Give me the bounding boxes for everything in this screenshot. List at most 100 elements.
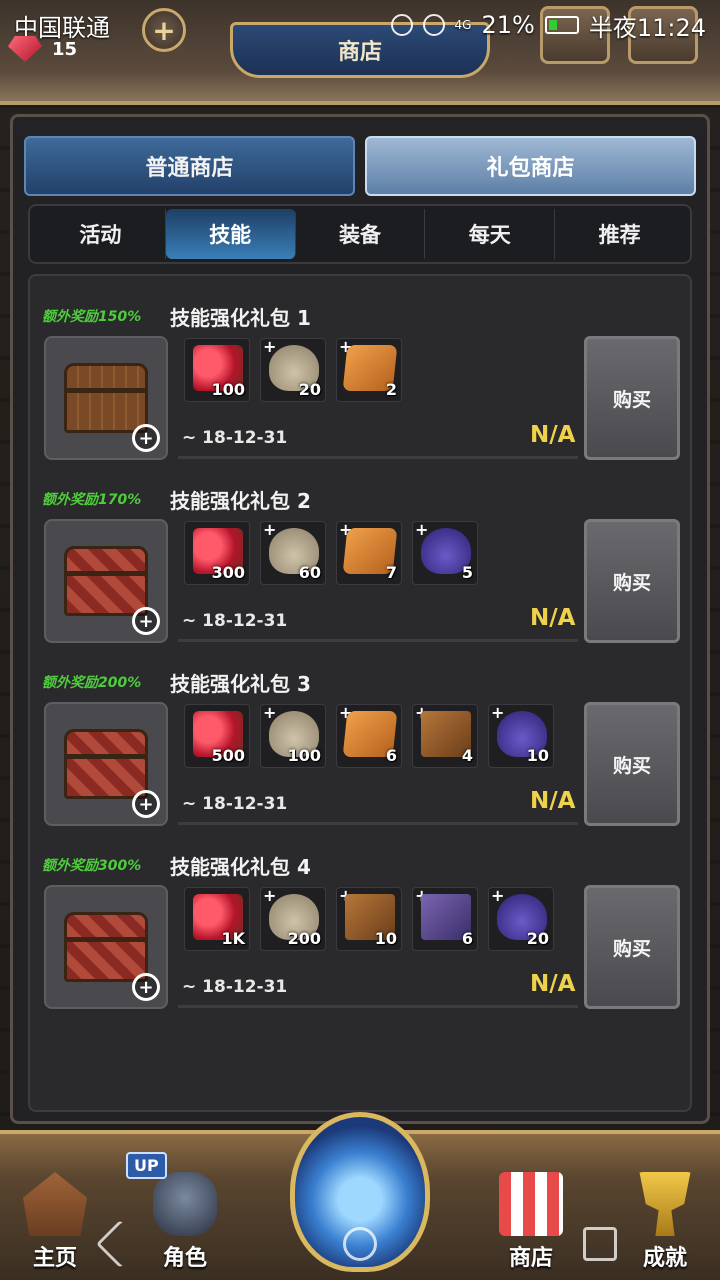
item-qty: 4: [461, 746, 473, 765]
battery-icon: [544, 16, 579, 34]
nav-home[interactable]: 主页: [10, 1172, 100, 1272]
nav-achievements-label: 成就: [642, 1246, 687, 1271]
pack-title: 技能强化礼包 2: [170, 489, 311, 513]
purple-pouch-icon[interactable]: +5: [412, 520, 478, 585]
rolled-scroll-icon[interactable]: +4: [412, 703, 478, 768]
item-qty: 200: [287, 929, 321, 948]
purple-pouch-icon[interactable]: +10: [488, 703, 554, 768]
tab-event[interactable]: 活动: [36, 209, 166, 259]
zoom-icon[interactable]: +: [132, 790, 160, 818]
pack-title: 技能强化礼包 3: [170, 672, 311, 696]
item-qty: 1K: [221, 929, 245, 948]
nav-shop-label: 商店: [508, 1246, 553, 1271]
alarm-icon: [390, 14, 413, 36]
tab-daily[interactable]: 每天: [425, 209, 556, 259]
bonus-label: 额外奖励170%: [42, 492, 142, 508]
item-qty: 500: [211, 746, 245, 765]
pack-list[interactable]: 额外奖励150% 技能强化礼包 1 + 100 +20 +2 ~ 18-12-3…: [28, 274, 692, 1112]
pack-items: 300 +60 +7 +5: [184, 520, 478, 585]
list-item: 额外奖励170% 技能强化礼包 2 + 300 +60 +7 +5 ~ 18-1…: [42, 459, 682, 643]
expiry-date: ~ 18-12-31: [182, 611, 288, 631]
item-qty: 300: [211, 563, 245, 582]
buy-button[interactable]: 购买: [584, 885, 680, 1009]
zoom-icon[interactable]: +: [132, 607, 160, 635]
chest-icon: [64, 363, 148, 433]
pack-preview[interactable]: +: [44, 336, 168, 460]
item-qty: 100: [211, 380, 245, 399]
item-qty: 20: [526, 929, 549, 948]
portal-emblem-button[interactable]: [290, 1112, 430, 1272]
buy-button[interactable]: 购买: [584, 336, 680, 460]
zoom-icon[interactable]: +: [132, 424, 160, 452]
zoom-icon[interactable]: +: [132, 973, 160, 1001]
chest-icon: [64, 912, 148, 982]
network-label: 4G: [454, 18, 472, 32]
nav-achievements[interactable]: 成就: [620, 1172, 710, 1272]
up-badge: UP: [126, 1152, 167, 1179]
tab-gift-store[interactable]: 礼包商店: [365, 136, 696, 196]
gem-chest-icon[interactable]: 1K: [184, 887, 250, 951]
item-qty: 20: [298, 380, 321, 399]
item-qty: 10: [526, 746, 549, 765]
price-label: N/A: [530, 971, 576, 997]
gem-counter: 15: [8, 36, 77, 62]
expiry-date: ~ 18-12-31: [182, 977, 288, 997]
buy-button[interactable]: 购买: [584, 519, 680, 643]
shop-stall-icon: [499, 1172, 563, 1236]
gem-chest-icon[interactable]: 500: [184, 704, 250, 768]
price-label: N/A: [530, 788, 576, 814]
gem-bag-icon[interactable]: +200: [260, 886, 326, 951]
skill-scroll-icon[interactable]: +2: [336, 337, 402, 402]
pack-items: 100 +20 +2: [184, 337, 402, 402]
item-qty: 60: [298, 563, 321, 582]
tab-normal-store[interactable]: 普通商店: [24, 136, 355, 196]
chest-icon: [64, 546, 148, 616]
purple-pouch-icon[interactable]: +20: [488, 886, 554, 951]
gem-bag-icon[interactable]: +100: [260, 703, 326, 768]
bonus-label: 额外奖励150%: [42, 309, 142, 325]
nav-hero-label: 角色: [162, 1246, 207, 1271]
price-label: N/A: [530, 605, 576, 631]
gem-bag-icon[interactable]: +60: [260, 520, 326, 585]
category-tabs: 活动 技能 装备 每天 推荐: [28, 204, 692, 264]
time-label: 半夜11:24: [588, 13, 706, 42]
nav-shop[interactable]: 商店: [486, 1172, 576, 1272]
status-bar: 中国联通 4G 21% 半夜11:24: [0, 0, 720, 50]
item-qty: 6: [385, 746, 397, 765]
skill-scroll-icon[interactable]: +7: [336, 520, 402, 585]
nav-home-label: 主页: [32, 1246, 77, 1271]
divider: [178, 1005, 578, 1008]
list-item: 额外奖励150% 技能强化礼包 1 + 100 +20 +2 ~ 18-12-3…: [42, 276, 682, 460]
item-qty: 10: [374, 929, 397, 948]
pack-items: 1K +200 +10 +6 +20: [184, 886, 554, 951]
expiry-date: ~ 18-12-31: [182, 428, 288, 448]
pack-preview[interactable]: +: [44, 519, 168, 643]
eye-icon: [422, 14, 445, 36]
tab-recommended[interactable]: 推荐: [555, 209, 684, 259]
item-qty: 6: [461, 929, 473, 948]
purple-scroll-icon[interactable]: +6: [412, 886, 478, 951]
item-qty: 5: [461, 563, 473, 582]
pack-preview[interactable]: +: [44, 885, 168, 1009]
gem-chest-icon[interactable]: 300: [184, 521, 250, 585]
item-qty: 7: [385, 563, 397, 582]
list-item: 额外奖励300% 技能强化礼包 4 + 1K +200 +10 +6 +20 ~…: [42, 825, 682, 1009]
rolled-scroll-icon[interactable]: +10: [336, 886, 402, 951]
chest-icon: [64, 729, 148, 799]
list-item: 额外奖励200% 技能强化礼包 3 + 500 +100 +6 +4 +10 ~…: [42, 642, 682, 826]
pack-preview[interactable]: +: [44, 702, 168, 826]
pack-items: 500 +100 +6 +4 +10: [184, 703, 554, 768]
item-qty: 100: [287, 746, 321, 765]
buy-button[interactable]: 购买: [584, 702, 680, 826]
gem-bag-icon[interactable]: +20: [260, 337, 326, 402]
nav-hero[interactable]: 角色: [140, 1172, 230, 1272]
item-qty: 2: [385, 380, 397, 399]
tab-skill[interactable]: 技能: [165, 209, 296, 259]
add-gems-button[interactable]: +: [142, 8, 186, 52]
tab-equipment[interactable]: 装备: [296, 209, 426, 259]
house-icon: [23, 1172, 87, 1236]
pack-title: 技能强化礼包 4: [170, 855, 311, 879]
skill-scroll-icon[interactable]: +6: [336, 703, 402, 768]
gem-chest-icon[interactable]: 100: [184, 338, 250, 402]
expiry-date: ~ 18-12-31: [182, 794, 288, 814]
